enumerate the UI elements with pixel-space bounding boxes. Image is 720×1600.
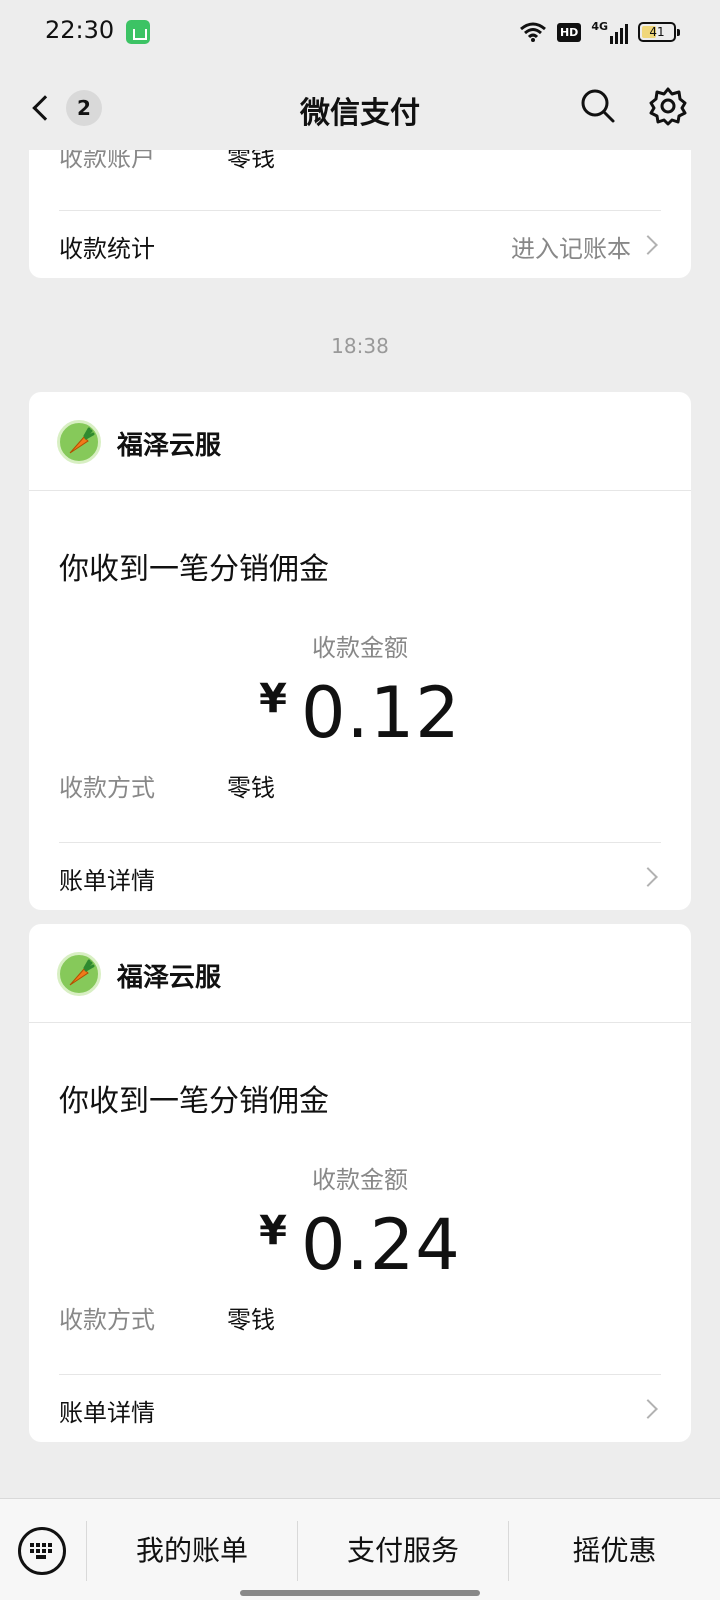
merchant-name: 福泽云服 bbox=[117, 963, 222, 993]
gear-icon bbox=[649, 87, 687, 126]
search-icon bbox=[581, 89, 615, 123]
notice-title: 你收到一笔分销佣金 bbox=[59, 1084, 329, 1119]
method-value: 零钱 bbox=[227, 774, 275, 802]
settings-button[interactable] bbox=[648, 86, 688, 126]
merchant-logo bbox=[57, 952, 101, 996]
battery-level: 41 bbox=[649, 25, 665, 39]
merchant-name: 福泽云服 bbox=[117, 431, 222, 461]
home-indicator bbox=[240, 1590, 480, 1596]
account-value: 零钱 bbox=[227, 150, 275, 172]
method-label: 收款方式 bbox=[59, 1306, 155, 1334]
carrot-icon bbox=[69, 959, 95, 986]
keyboard-icon bbox=[30, 1543, 54, 1559]
menu-shake-offers[interactable]: 摇优惠 bbox=[509, 1529, 720, 1573]
network-type: 4G bbox=[591, 20, 608, 33]
amount-label: 收款金额 bbox=[312, 1166, 408, 1194]
account-label: 收款账户 bbox=[59, 150, 155, 172]
bill-details-label: 账单详情 bbox=[59, 1399, 155, 1427]
payment-message-card: 福泽云服 你收到一笔分销佣金 收款金额 ¥0.12 收款方式 零钱 账单详情 bbox=[29, 392, 691, 910]
hd-badge: HD bbox=[556, 22, 582, 42]
menu-my-bills[interactable]: 我的账单 bbox=[87, 1529, 297, 1573]
nav-bar: 2 微信支付 bbox=[0, 64, 720, 150]
chevron-right-icon bbox=[638, 1399, 658, 1419]
amount-value: 0.24 bbox=[300, 1204, 461, 1286]
method-value: 零钱 bbox=[227, 1306, 275, 1334]
amount: ¥0.12 bbox=[29, 672, 691, 754]
stats-label: 收款统计 bbox=[59, 235, 155, 263]
bill-details-row[interactable]: 账单详情 bbox=[29, 1375, 691, 1442]
chevron-right-icon bbox=[638, 867, 658, 887]
search-button[interactable] bbox=[578, 86, 618, 126]
status-time: 22:30 bbox=[45, 16, 115, 44]
payment-message-card: 福泽云服 你收到一笔分销佣金 收款金额 ¥0.24 收款方式 零钱 账单详情 bbox=[29, 924, 691, 1442]
stats-row[interactable]: 收款统计 进入记账本 bbox=[29, 211, 691, 278]
currency-symbol: ¥ bbox=[259, 1208, 287, 1254]
amount: ¥0.24 bbox=[29, 1204, 691, 1286]
divider bbox=[29, 1022, 691, 1023]
message-timestamp: 18:38 bbox=[331, 334, 389, 358]
bill-details-row[interactable]: 账单详情 bbox=[29, 843, 691, 910]
battery-icon: 41 bbox=[638, 22, 680, 42]
chevron-right-icon bbox=[638, 235, 658, 255]
method-label: 收款方式 bbox=[59, 774, 155, 802]
notice-title: 你收到一笔分销佣金 bbox=[59, 552, 329, 587]
currency-symbol: ¥ bbox=[259, 676, 287, 722]
status-bar: 22:30 HD 4G 41 bbox=[0, 0, 720, 64]
stats-link: 进入记账本 bbox=[511, 235, 631, 263]
menu-payment-services[interactable]: 支付服务 bbox=[298, 1529, 508, 1573]
bill-details-label: 账单详情 bbox=[59, 867, 155, 895]
status-indicators: HD 4G 41 bbox=[519, 18, 680, 46]
divider bbox=[29, 490, 691, 491]
carrot-icon bbox=[69, 427, 95, 454]
amount-label: 收款金额 bbox=[312, 634, 408, 662]
message-list[interactable]: 收款账户 零钱 收款统计 进入记账本 18:38 福泽云服 你收到一笔分销佣金 … bbox=[0, 150, 720, 1498]
merchant-logo bbox=[57, 420, 101, 464]
amount-value: 0.12 bbox=[300, 672, 461, 754]
bottom-menu-bar: 我的账单 支付服务 摇优惠 bbox=[0, 1498, 720, 1600]
payment-message-card: 收款账户 零钱 收款统计 进入记账本 bbox=[29, 150, 691, 278]
wifi-icon bbox=[520, 22, 546, 42]
shopping-bag-icon bbox=[126, 20, 150, 44]
keyboard-toggle-button[interactable] bbox=[18, 1527, 66, 1575]
signal-icon: 4G bbox=[591, 20, 628, 44]
